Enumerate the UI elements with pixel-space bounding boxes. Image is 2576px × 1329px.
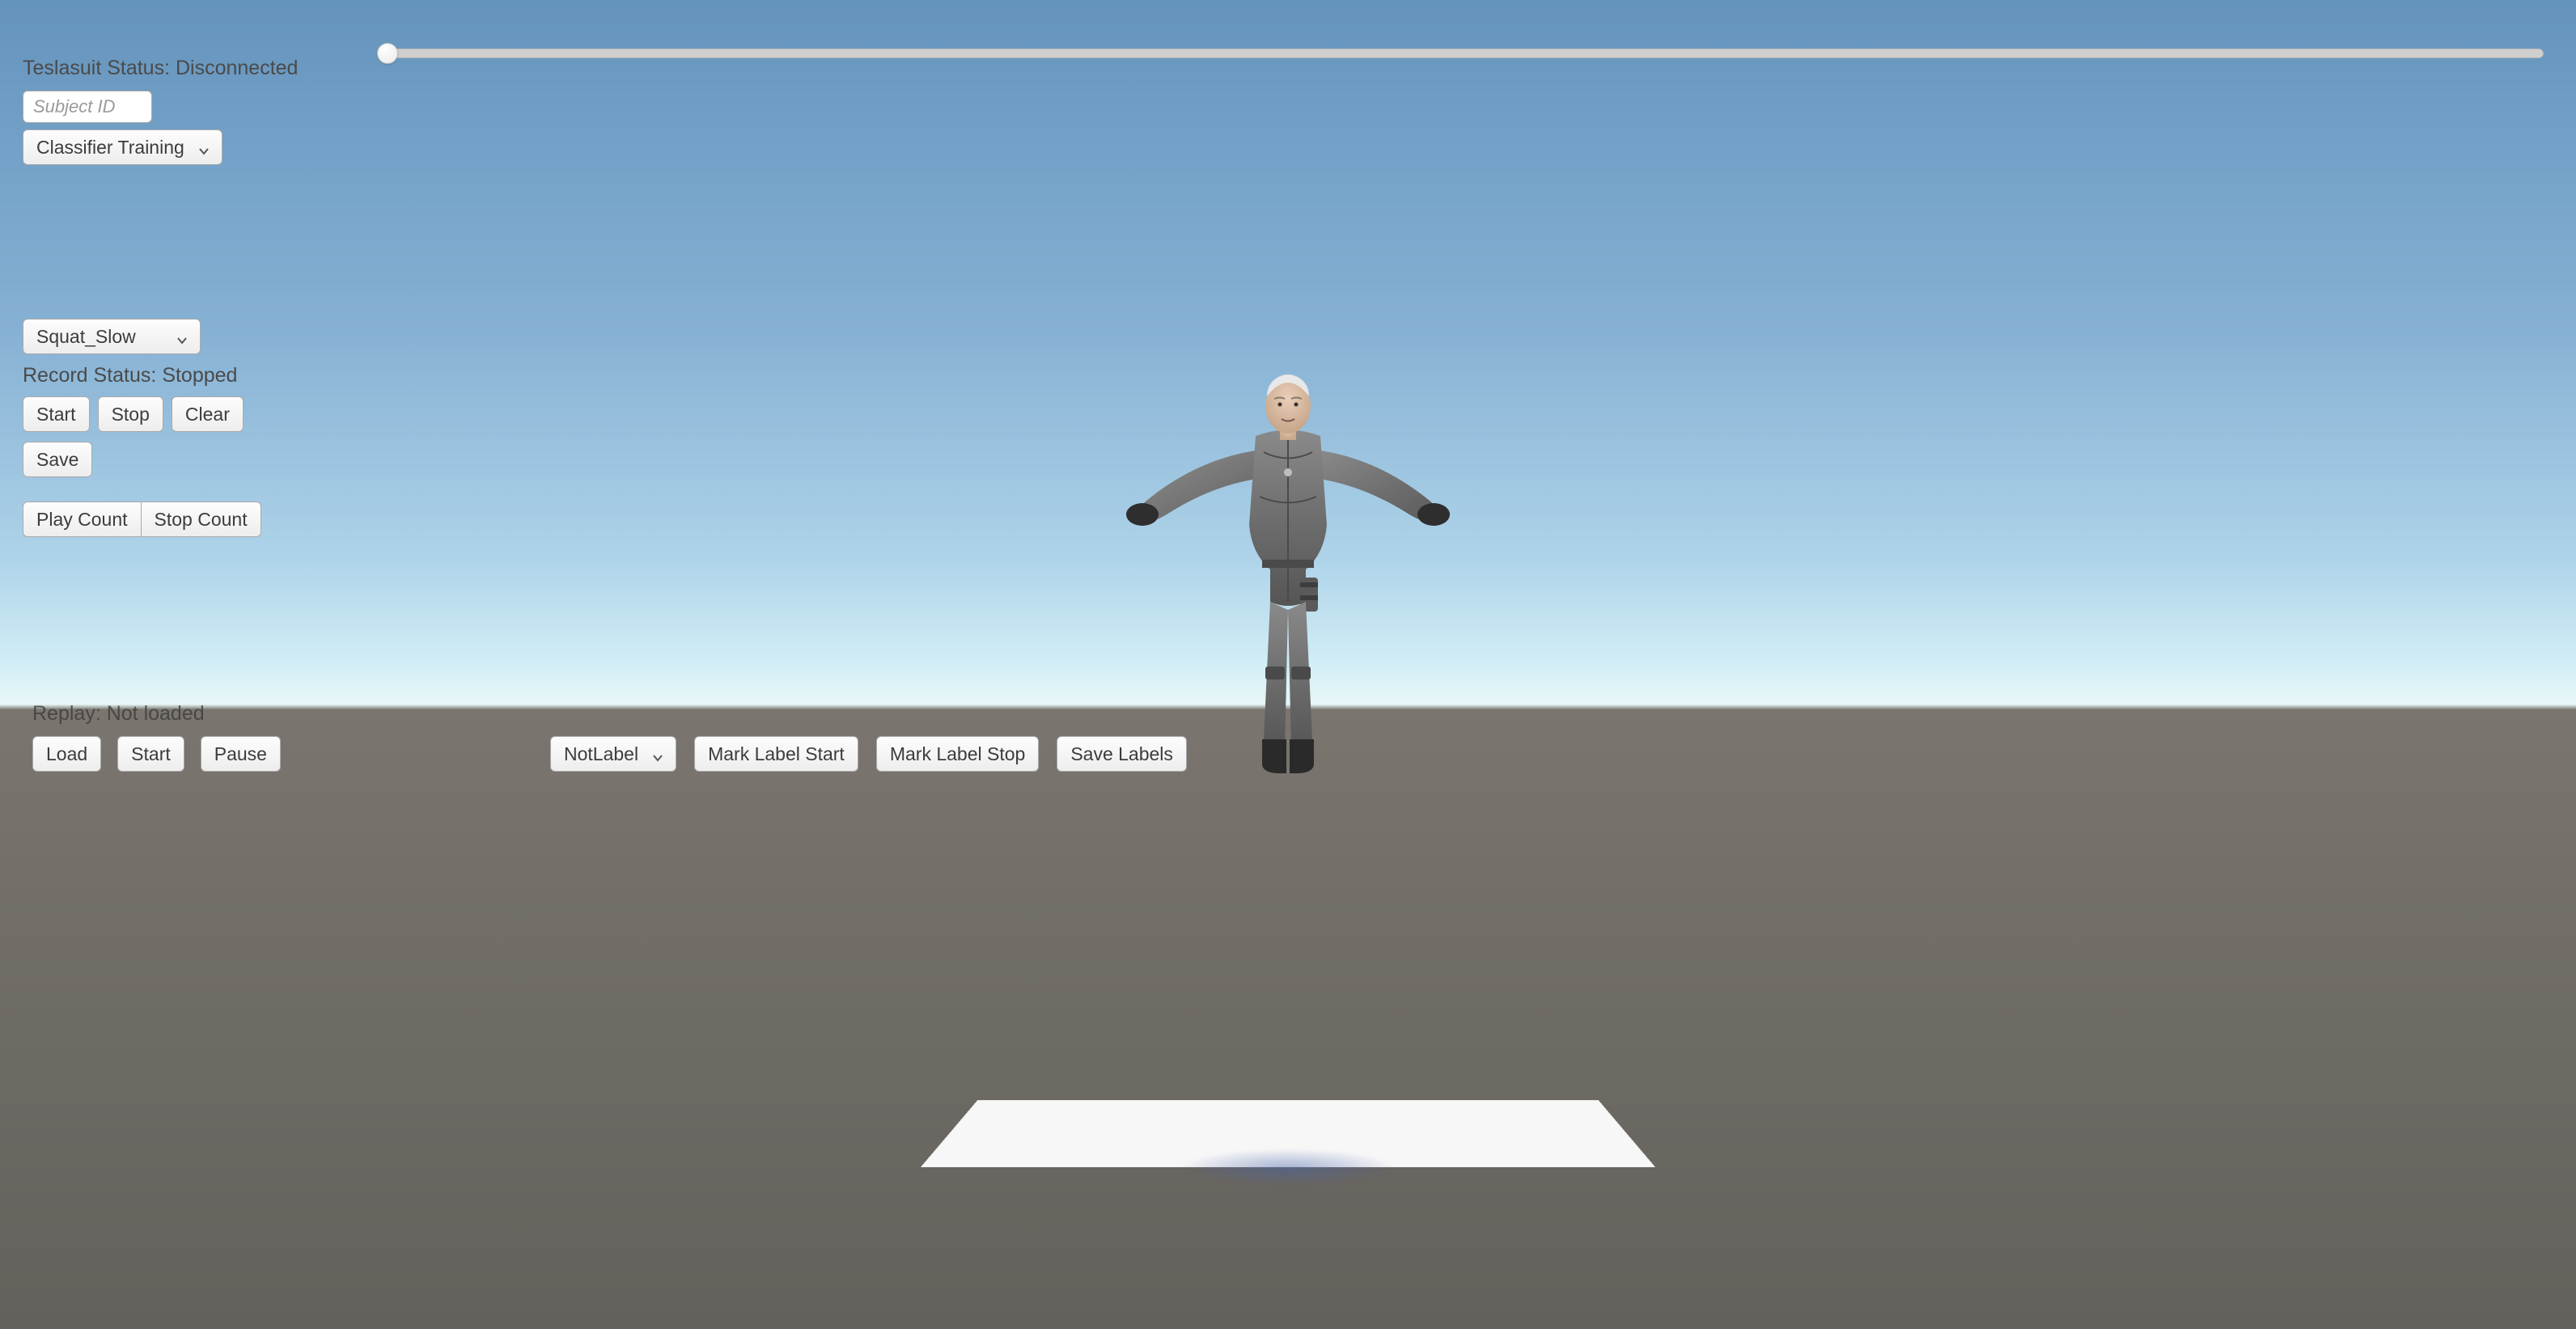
save-labels-button[interactable]: Save Labels	[1057, 736, 1187, 772]
replay-status-label: Replay:	[32, 702, 101, 725]
play-count-button[interactable]: Play Count	[23, 502, 141, 537]
record-stop-button[interactable]: Stop	[98, 396, 163, 432]
chevron-down-icon	[176, 330, 189, 343]
teslasuit-status-value: Disconnected	[176, 57, 298, 79]
record-clear-button[interactable]: Clear	[172, 396, 244, 432]
record-save-button[interactable]: Save	[23, 442, 92, 477]
chevron-down-icon	[651, 747, 664, 760]
label-select-value: NotLabel	[564, 743, 638, 765]
replay-status-value: Not loaded	[107, 702, 205, 725]
teslasuit-status: Teslasuit Status: Disconnected	[23, 57, 298, 80]
mode-select[interactable]: Classifier Training	[23, 129, 222, 165]
replay-load-button[interactable]: Load	[32, 736, 101, 772]
timeline-slider-thumb[interactable]	[377, 43, 398, 64]
teslasuit-status-label: Teslasuit Status:	[23, 57, 170, 79]
mode-select-value: Classifier Training	[36, 137, 184, 159]
stop-count-button[interactable]: Stop Count	[141, 502, 261, 537]
exercise-select[interactable]: Squat_Slow	[23, 319, 201, 354]
replay-status: Replay: Not loaded	[32, 702, 205, 726]
record-status: Record Status: Stopped	[23, 364, 237, 387]
label-select[interactable]: NotLabel	[550, 736, 676, 772]
timeline-slider[interactable]	[380, 45, 2544, 61]
record-status-label: Record Status:	[23, 364, 156, 387]
timeline-slider-track	[380, 49, 2544, 58]
replay-start-button[interactable]: Start	[117, 736, 184, 772]
chevron-down-icon	[197, 141, 210, 154]
mark-label-stop-button[interactable]: Mark Label Stop	[876, 736, 1039, 772]
mark-label-start-button[interactable]: Mark Label Start	[694, 736, 858, 772]
exercise-select-value: Squat_Slow	[36, 326, 136, 348]
record-status-value: Stopped	[162, 364, 237, 387]
replay-pause-button[interactable]: Pause	[201, 736, 281, 772]
subject-id-input[interactable]	[23, 91, 152, 123]
record-start-button[interactable]: Start	[23, 396, 90, 432]
